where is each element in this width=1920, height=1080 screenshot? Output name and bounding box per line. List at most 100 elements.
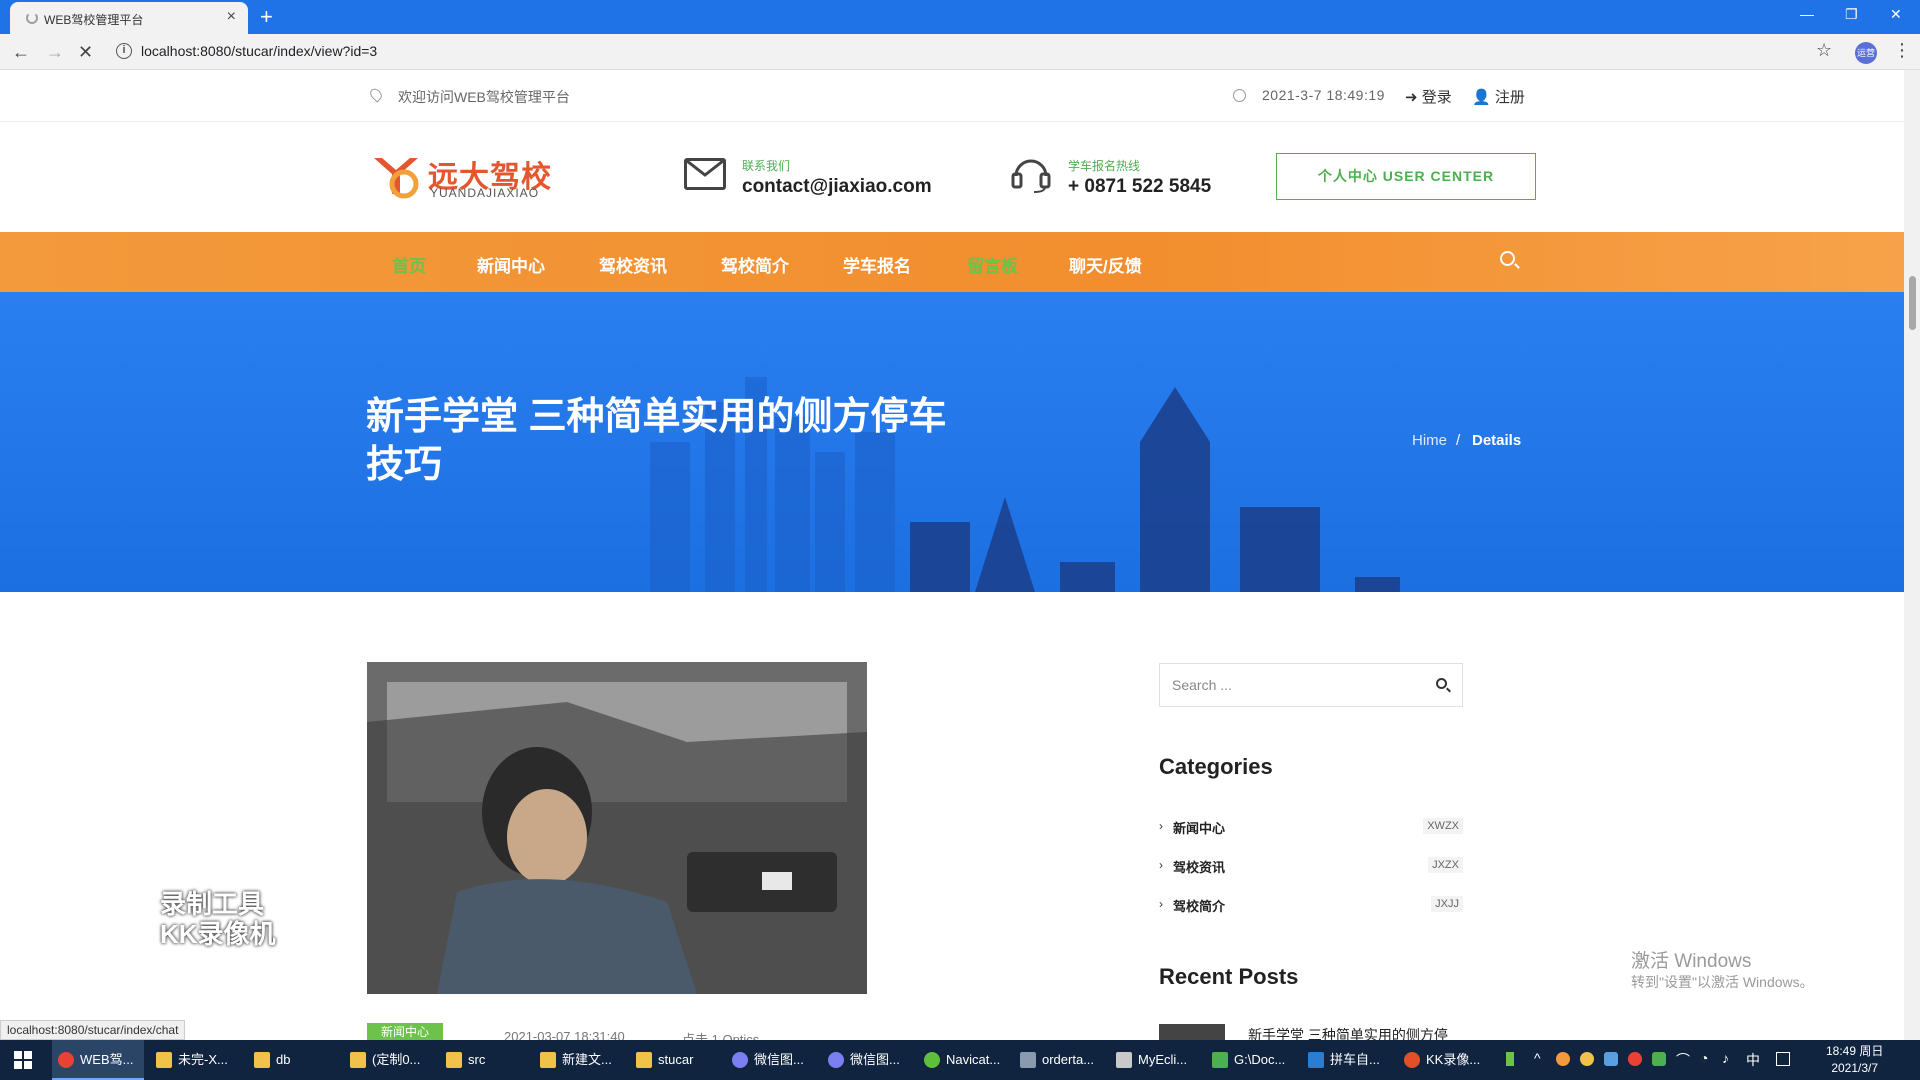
url-field[interactable]: localhost:8080/stucar/index/view?id=3 bbox=[141, 43, 377, 59]
taskbar-item[interactable]: G:\Doc... bbox=[1206, 1040, 1298, 1080]
taskbar-item-chrome[interactable]: WEB驾... bbox=[52, 1040, 144, 1080]
taskbar-item[interactable]: stucar bbox=[630, 1040, 722, 1080]
tray-app-icon[interactable] bbox=[1628, 1052, 1642, 1066]
category-item[interactable]: › 新闻中心 XWZX bbox=[1159, 816, 1463, 840]
tray-app-icon[interactable] bbox=[1580, 1052, 1594, 1066]
editor-icon bbox=[1212, 1052, 1228, 1068]
folder-icon bbox=[156, 1052, 172, 1068]
tray-app-icon[interactable] bbox=[1556, 1052, 1570, 1066]
page-scrollbar[interactable] bbox=[1904, 70, 1920, 1040]
keyboard-icon[interactable] bbox=[1776, 1052, 1790, 1066]
site-header bbox=[0, 122, 1904, 232]
taskbar-item[interactable]: Navicat... bbox=[918, 1040, 1010, 1080]
taskbar-item[interactable]: db bbox=[248, 1040, 336, 1080]
search-icon[interactable] bbox=[1500, 251, 1515, 266]
profile-avatar[interactable]: 运营 bbox=[1855, 42, 1877, 64]
post-category-badge[interactable]: 新闻中心 bbox=[367, 1023, 443, 1041]
category-item[interactable]: › 驾校资讯 JXZX bbox=[1159, 855, 1463, 879]
nav-enroll[interactable]: 学车报名 bbox=[843, 252, 911, 277]
minimize-icon[interactable]: — bbox=[1800, 6, 1814, 22]
site-info-icon[interactable]: i bbox=[116, 43, 132, 59]
register-link[interactable]: 👤 注册 bbox=[1472, 86, 1525, 107]
mail-icon bbox=[684, 158, 726, 190]
search-icon[interactable] bbox=[1436, 678, 1447, 689]
window-close-icon[interactable]: ✕ bbox=[1890, 6, 1902, 23]
nav-school-intro[interactable]: 驾校简介 bbox=[721, 252, 789, 277]
image-viewer-icon bbox=[732, 1052, 748, 1068]
kk-recorder-icon bbox=[1404, 1052, 1420, 1068]
breadcrumb-separator: / bbox=[1456, 432, 1461, 449]
login-link[interactable]: ➜ 登录 bbox=[1405, 86, 1452, 107]
nav-chat-feedback[interactable]: 聊天/反馈 bbox=[1069, 252, 1142, 277]
page-title: 新手学堂 三种简单实用的侧方停车技巧 bbox=[366, 396, 947, 486]
taskbar-item[interactable]: 微信图... bbox=[822, 1040, 914, 1080]
navicat-icon bbox=[924, 1052, 940, 1068]
taskbar-label: src bbox=[468, 1052, 486, 1067]
taskbar-item[interactable]: 拼车自... bbox=[1302, 1040, 1394, 1080]
taskbar-item[interactable]: 未完-X... bbox=[150, 1040, 242, 1080]
contact-email[interactable]: contact@jiaxiao.com bbox=[742, 176, 932, 198]
nav-school-news[interactable]: 驾校资讯 bbox=[599, 252, 667, 277]
restore-icon[interactable]: ❐ bbox=[1845, 6, 1858, 23]
chevron-right-icon: › bbox=[1159, 897, 1163, 911]
taskbar-label: orderta... bbox=[1042, 1052, 1095, 1067]
browser-tab[interactable]: WEB驾校管理平台 × bbox=[10, 2, 248, 34]
tab-title: WEB驾校管理平台 bbox=[44, 13, 144, 27]
category-name: 驾校资讯 bbox=[1173, 860, 1226, 875]
taskbar-item[interactable]: 微信图... bbox=[726, 1040, 818, 1080]
battery-icon[interactable] bbox=[1506, 1052, 1514, 1066]
welcome-text: 欢迎访问WEB驾校管理平台 bbox=[398, 89, 570, 105]
register-label: 注册 bbox=[1494, 89, 1525, 106]
windows-start-icon[interactable] bbox=[14, 1051, 32, 1069]
windows-taskbar: WEB驾... 未完-X... db (定制0... src 新建文... st… bbox=[0, 1040, 1920, 1080]
logo-subtext: YUANDAJIAXIAO bbox=[430, 186, 540, 200]
visio-icon bbox=[1308, 1052, 1324, 1068]
taskbar-item[interactable]: orderta... bbox=[1014, 1040, 1106, 1080]
category-item[interactable]: › 驾校简介 JXJJ bbox=[1159, 894, 1463, 918]
ime-indicator[interactable]: 中 bbox=[1746, 1050, 1760, 1070]
scrollbar-thumb[interactable] bbox=[1909, 276, 1916, 330]
folder-icon bbox=[446, 1052, 462, 1068]
post-featured-image bbox=[367, 662, 867, 994]
recorder-watermark-name: KK录像机 bbox=[160, 919, 276, 949]
wifi-icon[interactable]: ◔ bbox=[1700, 1050, 1708, 1066]
new-tab-button[interactable]: + bbox=[260, 4, 273, 30]
category-name: 新闻中心 bbox=[1173, 821, 1226, 836]
status-bar-url: localhost:8080/stucar/index/chat bbox=[0, 1020, 186, 1040]
taskbar-item[interactable]: (定制0... bbox=[344, 1040, 436, 1080]
category-name: 驾校简介 bbox=[1173, 899, 1226, 914]
stop-icon[interactable]: ✕ bbox=[78, 42, 93, 63]
browser-menu-icon[interactable]: ⋮ bbox=[1893, 40, 1911, 61]
tray-app-icon[interactable] bbox=[1604, 1052, 1618, 1066]
nav-news-center[interactable]: 新闻中心 bbox=[477, 252, 545, 277]
taskbar-label: MyEcli... bbox=[1138, 1052, 1188, 1067]
search-input[interactable] bbox=[1172, 674, 1412, 696]
nav-home[interactable]: 首页 bbox=[392, 252, 426, 277]
database-icon bbox=[1020, 1052, 1036, 1068]
network-icon[interactable]: ⌒ bbox=[1676, 1050, 1690, 1070]
taskbar-label: db bbox=[276, 1052, 291, 1067]
forward-icon[interactable]: → bbox=[46, 42, 64, 63]
main-nav: 首页 新闻中心 驾校资讯 驾校简介 学车报名 留言板 聊天/反馈 bbox=[0, 232, 1904, 292]
nav-message-board[interactable]: 留言板 bbox=[967, 252, 1018, 277]
taskbar-item[interactable]: KK录像... bbox=[1398, 1040, 1490, 1080]
tray-expand-icon[interactable]: ^ bbox=[1534, 1050, 1541, 1066]
chrome-icon bbox=[58, 1052, 74, 1068]
volume-icon[interactable]: ♪ bbox=[1722, 1050, 1729, 1066]
tab-close-icon[interactable]: × bbox=[227, 8, 236, 26]
taskbar-item[interactable]: src bbox=[440, 1040, 530, 1080]
taskbar-label: 新建文... bbox=[562, 1052, 612, 1067]
image-viewer-icon bbox=[828, 1052, 844, 1068]
address-bar: ← → ✕ i localhost:8080/stucar/index/view… bbox=[0, 34, 1920, 70]
taskbar-item[interactable]: MyEcli... bbox=[1110, 1040, 1202, 1080]
back-icon[interactable]: ← bbox=[12, 42, 30, 63]
user-center-button[interactable]: 个人中心 USER CENTER bbox=[1276, 153, 1536, 200]
bookmark-star-icon[interactable]: ☆ bbox=[1816, 40, 1832, 61]
breadcrumb-home[interactable]: Hime bbox=[1412, 432, 1447, 449]
system-clock[interactable]: 18:49 周日 2021/3/7 bbox=[1826, 1043, 1883, 1077]
contact-label: 联系我们 bbox=[742, 159, 791, 173]
breadcrumb-current: Details bbox=[1472, 432, 1522, 449]
logo-mark-icon[interactable] bbox=[370, 150, 422, 202]
taskbar-item[interactable]: 新建文... bbox=[534, 1040, 626, 1080]
tray-app-icon[interactable] bbox=[1652, 1052, 1666, 1066]
